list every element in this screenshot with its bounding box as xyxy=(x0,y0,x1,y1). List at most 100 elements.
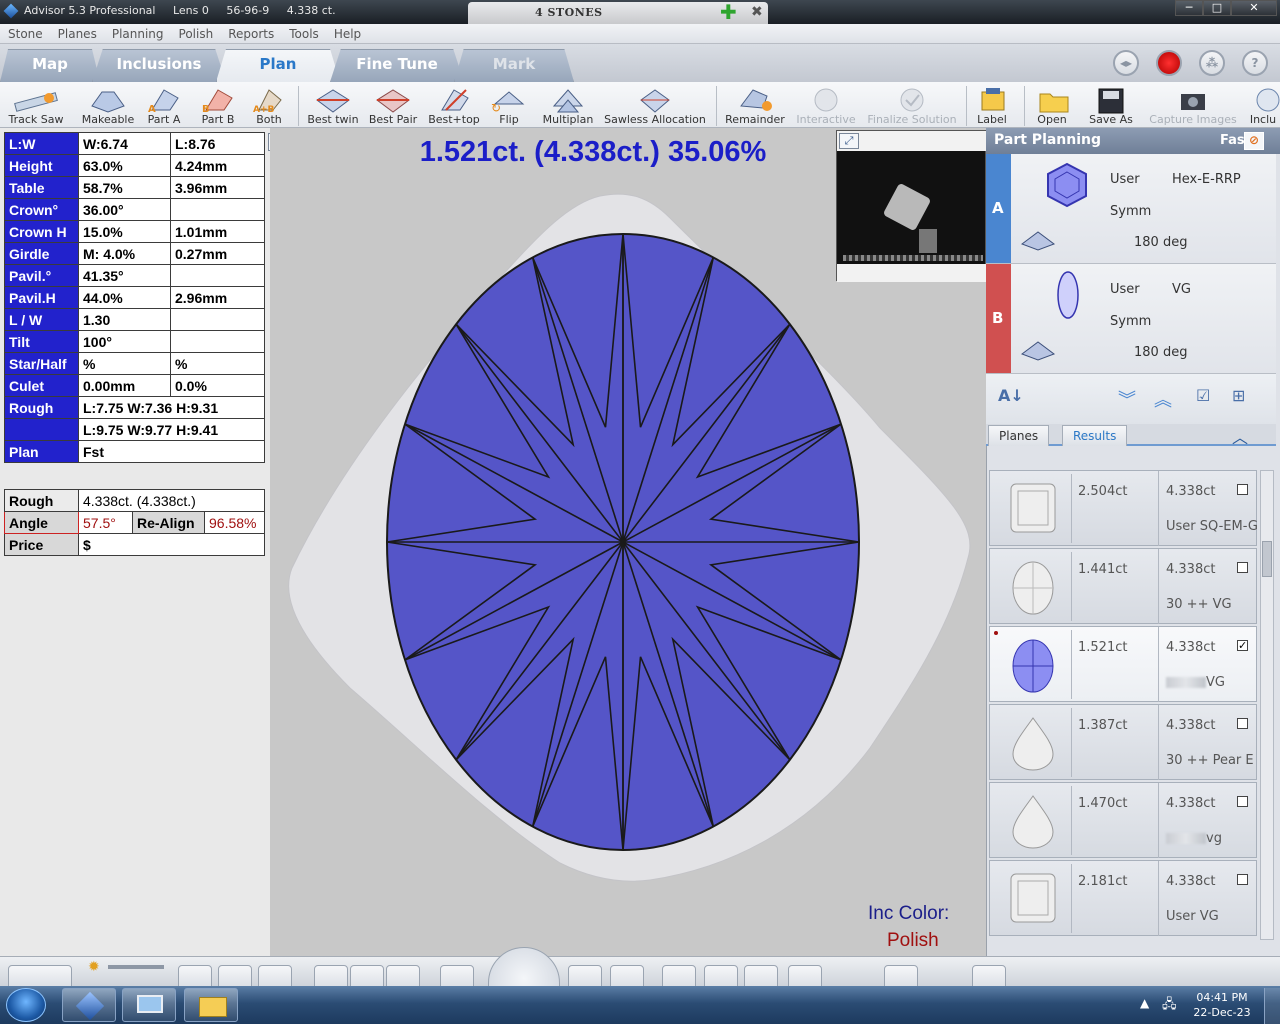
result-checkbox[interactable] xyxy=(1237,718,1248,729)
tab-results[interactable]: Results xyxy=(1062,425,1128,446)
multiplan-button[interactable]: Multiplan xyxy=(540,84,596,128)
best-pair-button[interactable]: Best Pair xyxy=(366,84,420,128)
finalize-solution-button[interactable]: Finalize Solution xyxy=(864,84,960,128)
stone-photo: ⤢ xyxy=(836,130,987,282)
tab-map[interactable]: Map xyxy=(0,49,100,82)
tab-plan[interactable]: Plan xyxy=(216,49,340,82)
network-icon[interactable]: 🖧 xyxy=(1162,995,1177,1017)
oval-shape-icon xyxy=(1012,561,1054,615)
color-button[interactable] xyxy=(744,965,778,987)
result-checkbox[interactable]: ✓ xyxy=(1237,640,1248,651)
result-card[interactable]: 1.387ct 4.338ct 30 ++ Pear E xyxy=(989,704,1257,780)
best-top-button[interactable]: Best+top xyxy=(426,84,482,128)
result-card[interactable]: 1.521ct 4.338ct VG ✓ xyxy=(989,626,1257,702)
plan-label: Plan xyxy=(4,440,79,463)
result-card[interactable]: 2.181ct 4.338ct User VG xyxy=(989,860,1257,936)
close-tab-icon[interactable]: ✖ xyxy=(751,4,763,20)
tray-arrow-icon[interactable]: ▲ xyxy=(1140,996,1149,1010)
taskbar-clock[interactable]: 04:41 PM 22-Dec-23 xyxy=(1192,990,1252,1020)
both-button[interactable]: A+B Both xyxy=(248,84,290,128)
start-button[interactable] xyxy=(6,988,46,1022)
part-b-row[interactable]: B User VG Symm 180 deg xyxy=(986,264,1276,374)
tab-inclusions[interactable]: Inclusions xyxy=(92,49,226,82)
menu-polish[interactable]: Polish xyxy=(171,24,221,41)
flip-profile-icon[interactable] xyxy=(1020,340,1056,362)
results-scrollbar[interactable] xyxy=(1260,470,1274,940)
remainder-button[interactable]: Remainder xyxy=(722,84,788,128)
navigate-icon[interactable]: ◂▸ xyxy=(1113,50,1139,76)
show-desktop-button[interactable] xyxy=(1264,988,1280,1024)
brightness-slider[interactable] xyxy=(108,965,164,969)
sawless-allocation-button[interactable]: Sawless Allocation xyxy=(600,84,710,128)
result-card[interactable]: 2.504ct 4.338ct User SQ-EM-G xyxy=(989,470,1258,546)
plane-button[interactable] xyxy=(662,965,696,987)
result-checkbox[interactable] xyxy=(1237,562,1248,573)
track-saw-button[interactable]: Track Saw xyxy=(4,84,68,128)
add-tab-icon[interactable]: ✚ xyxy=(720,2,737,22)
help-icon[interactable]: ? xyxy=(1242,50,1268,76)
close-button[interactable]: ✕ xyxy=(1231,0,1277,16)
part-b-button[interactable]: B Part B xyxy=(196,84,240,128)
minimize-button[interactable]: ─ xyxy=(1175,0,1203,16)
flip-button[interactable]: ↻ Flip xyxy=(486,84,532,128)
stone-tab[interactable]: 4 STONES ✚ ✖ xyxy=(468,2,768,24)
menu-reports[interactable]: Reports xyxy=(220,24,281,41)
result-carat: 2.504ct xyxy=(1078,484,1128,499)
menu-planes[interactable]: Planes xyxy=(50,24,104,41)
taskbar-advisor-icon[interactable] xyxy=(62,988,116,1022)
taskbar-computer-icon[interactable] xyxy=(122,988,176,1022)
view-stone-button[interactable] xyxy=(8,965,72,987)
result-checkbox[interactable] xyxy=(1237,874,1248,885)
maximize-button[interactable]: □ xyxy=(1203,0,1231,16)
result-card[interactable]: 1.441ct 4.338ct 30 ++ VG xyxy=(989,548,1257,624)
render-wire-button[interactable] xyxy=(350,965,384,987)
record-icon[interactable] xyxy=(1156,50,1182,76)
photo-popout-icon[interactable]: ⤢ xyxy=(839,133,859,149)
menu-tools[interactable]: Tools xyxy=(281,24,326,41)
sort-icon[interactable]: A↓ xyxy=(998,386,1024,405)
tab-mark[interactable]: Mark xyxy=(454,49,574,82)
makeable-button[interactable]: Makeable xyxy=(80,84,136,128)
save-as-button[interactable]: Save As xyxy=(1086,84,1136,128)
taskbar-folder-icon[interactable] xyxy=(184,988,238,1022)
result-card[interactable]: 1.470ct 4.338ct vg xyxy=(989,782,1257,858)
menu-help[interactable]: Help xyxy=(326,24,368,41)
menu-stone[interactable]: Stone xyxy=(0,24,50,41)
zoom-window-button[interactable] xyxy=(610,965,644,987)
capture-images-button[interactable]: Capture Images xyxy=(1144,84,1242,128)
collapse-up-icon[interactable]: ︿ xyxy=(1232,424,1248,448)
view-top-button[interactable] xyxy=(178,965,212,987)
render-solid-button[interactable] xyxy=(314,965,348,987)
zoom-in-button[interactable] xyxy=(568,965,602,987)
tab-fine-tune[interactable]: Fine Tune xyxy=(330,49,464,82)
scrollbar-thumb[interactable] xyxy=(1262,541,1272,577)
chevron-down-icon[interactable]: ︾ xyxy=(1118,386,1136,412)
part-a-badge: A xyxy=(986,154,1011,263)
label-button[interactable]: Label xyxy=(972,84,1012,128)
menu-planning[interactable]: Planning xyxy=(104,24,171,41)
settings-icon[interactable]: ⊘ xyxy=(1244,132,1264,150)
view-bottom-button[interactable] xyxy=(258,965,292,987)
render-trans-button[interactable] xyxy=(386,965,420,987)
interactive-button[interactable]: Interactive xyxy=(794,84,858,128)
result-checkbox[interactable] xyxy=(1237,484,1248,495)
grid-icon[interactable]: ⁂ xyxy=(1199,50,1225,76)
measure-button[interactable] xyxy=(440,965,474,987)
part-a-button[interactable]: A Part A xyxy=(142,84,186,128)
view-side-button[interactable] xyxy=(218,965,252,987)
inclusion-button[interactable]: Inclu xyxy=(1246,84,1280,128)
part-a-row[interactable]: A User Hex-E-RRP Symm 180 deg xyxy=(986,154,1276,264)
best-twin-button[interactable]: Best twin xyxy=(304,84,362,128)
open-button[interactable]: Open xyxy=(1034,84,1070,128)
collapse-icon[interactable]: ⊞ xyxy=(1232,386,1245,405)
chevron-up-icon[interactable]: ︽ xyxy=(1154,386,1172,412)
edit-button[interactable] xyxy=(788,965,822,987)
app-icon xyxy=(3,3,19,19)
flip-profile-icon[interactable] xyxy=(1020,230,1056,252)
home-view-button[interactable] xyxy=(704,965,738,987)
checklist-icon[interactable]: ☑ xyxy=(1196,386,1210,405)
export-button[interactable] xyxy=(972,965,1006,987)
result-checkbox[interactable] xyxy=(1237,796,1248,807)
sync-button[interactable] xyxy=(884,965,918,987)
tab-planes[interactable]: Planes xyxy=(988,425,1050,446)
